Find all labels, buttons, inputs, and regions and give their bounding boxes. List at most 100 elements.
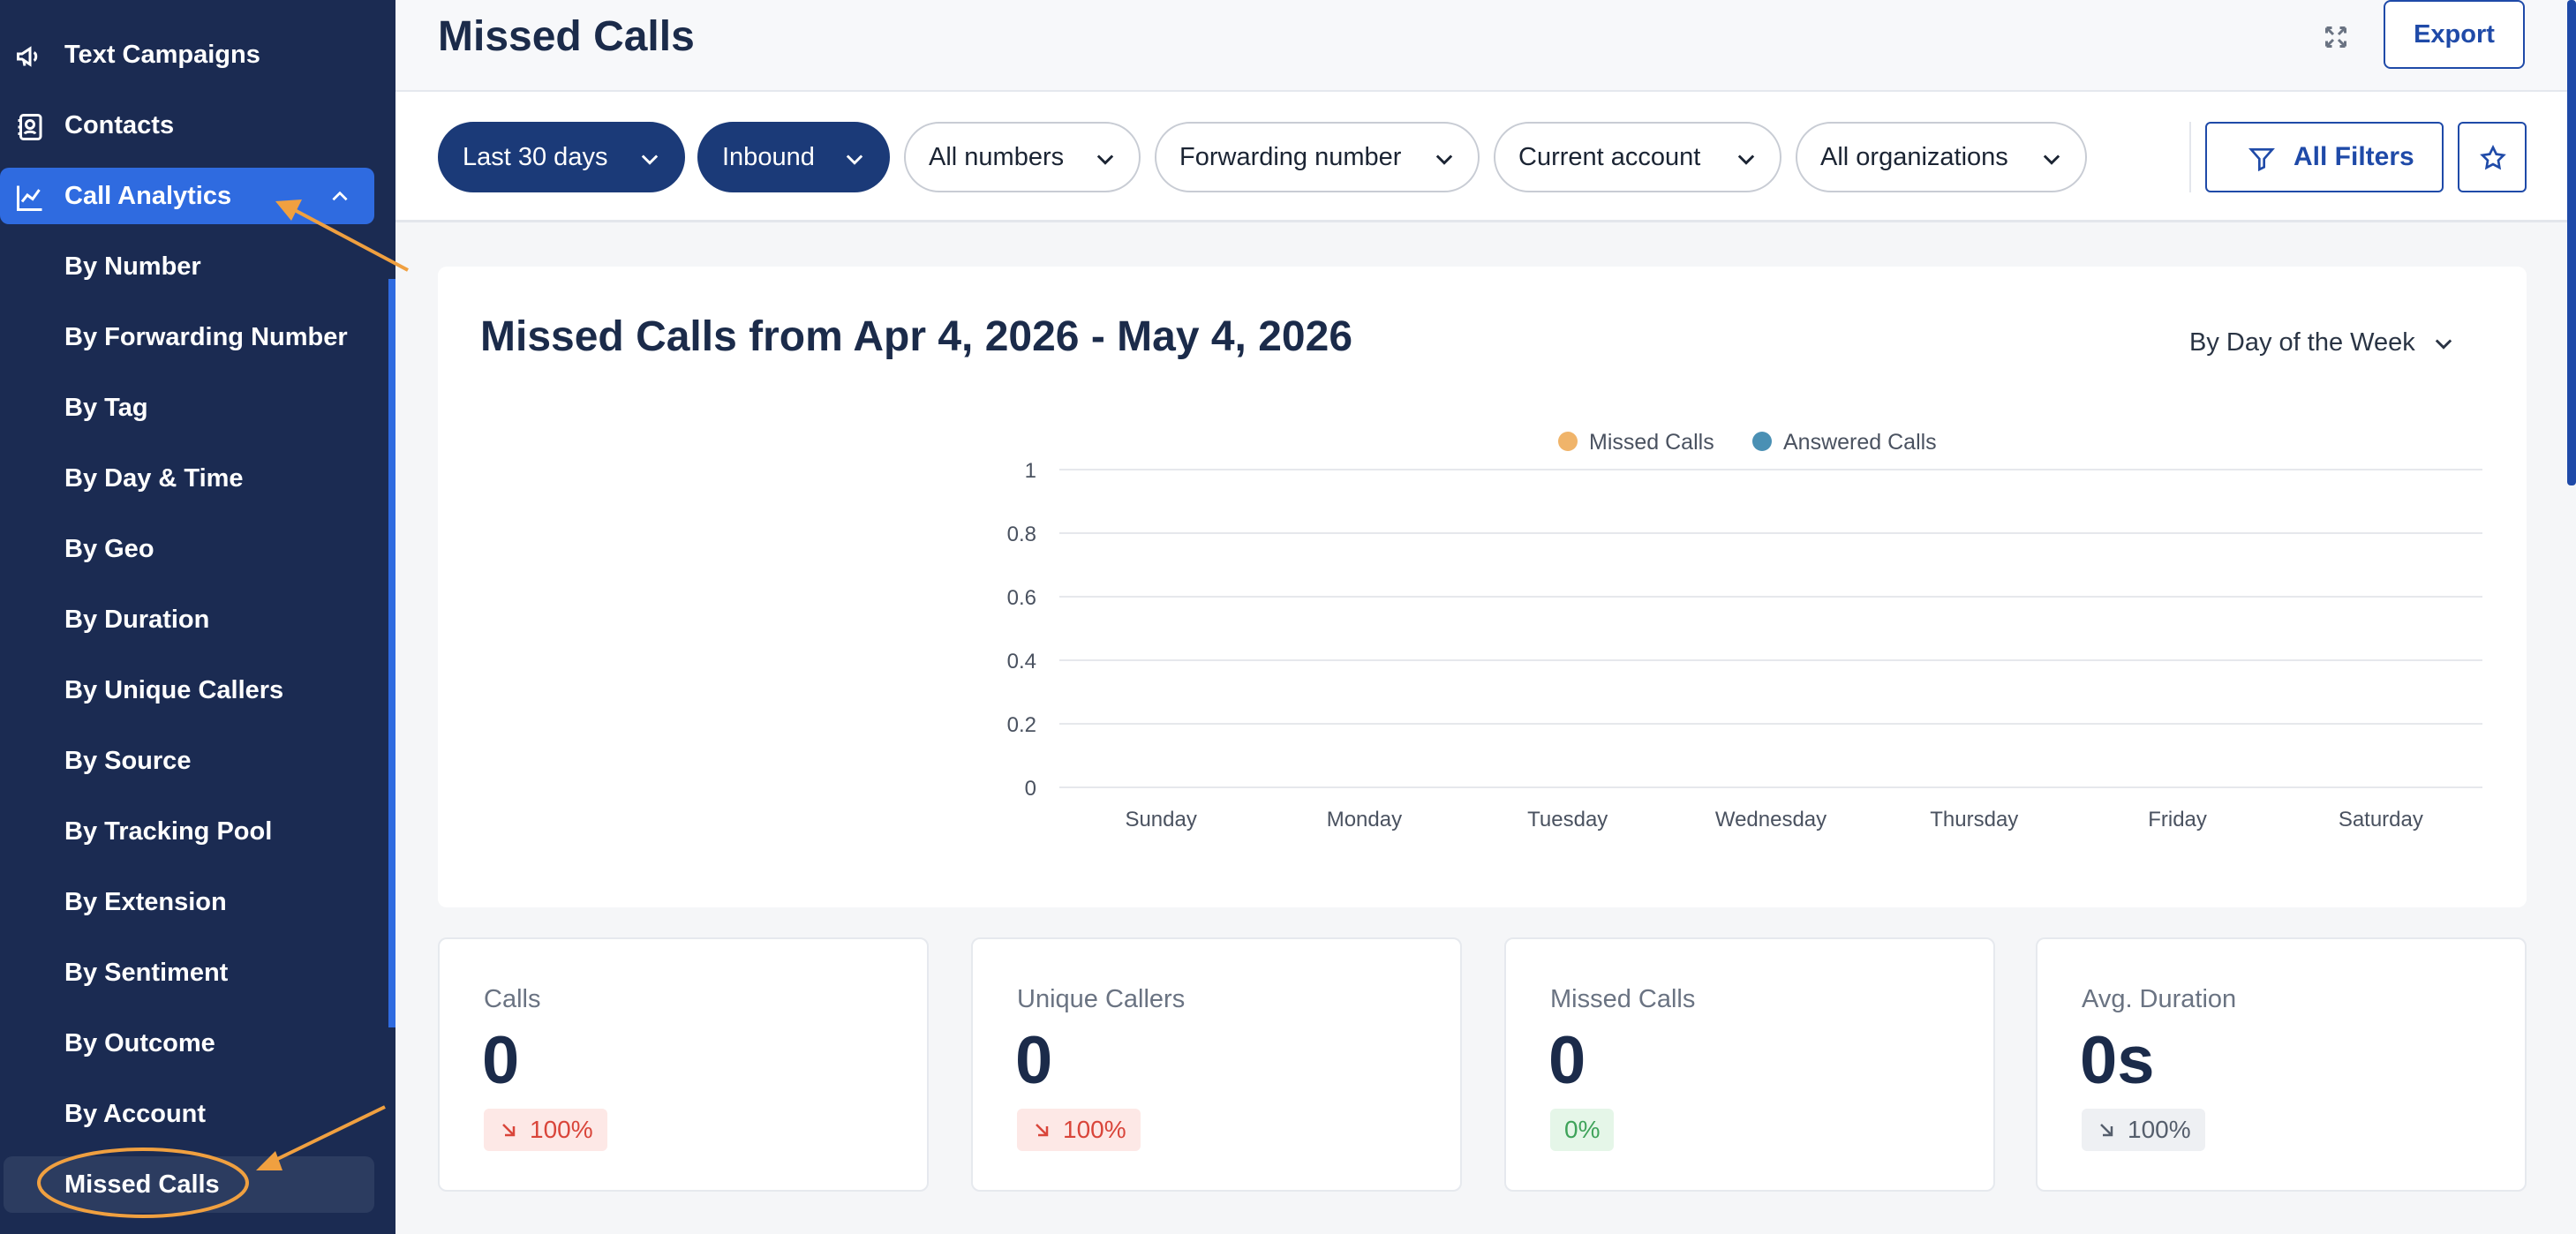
chart-plot: 1 0.8 0.6 0.4 0.2 0 Sunday Monday Tuesday Wednesd…	[1007, 430, 2482, 831]
favorite-button[interactable]	[2458, 122, 2527, 192]
chevron-down-icon	[846, 154, 863, 165]
x-tick-label: Sunday	[1125, 808, 1196, 831]
sidebar-item-label: By Sentiment	[64, 958, 229, 987]
star-icon	[2480, 144, 2506, 170]
sidebar-item-label: By Outcome	[64, 1028, 215, 1057]
stat-value: 0	[482, 1023, 520, 1098]
stat-value: 0	[1015, 1023, 1053, 1098]
sidebar-item-label: By Unique Callers	[64, 675, 284, 704]
chart-card: Missed Calls from Apr 4, 2026 - May 4, 2…	[438, 267, 2527, 907]
sidebar-item-label: By Duration	[64, 605, 210, 634]
sidebar-item-call-analytics[interactable]: Call Analytics	[0, 168, 374, 224]
y-tick-label: 0	[1025, 777, 1036, 801]
sidebar-item-label: Call Analytics	[64, 181, 232, 210]
filter-divider	[2189, 122, 2191, 192]
stat-change-badge: 100%	[2082, 1109, 2205, 1151]
legend-label: Answered Calls	[1783, 430, 1937, 455]
chevron-down-icon	[1435, 154, 1453, 165]
sidebar-item-label: By Geo	[64, 534, 154, 563]
sidebar-item-label: By Day & Time	[64, 463, 244, 493]
filter-label: Inbound	[722, 142, 815, 171]
stat-label: Unique Callers	[1017, 985, 1186, 1013]
stat-label: Missed Calls	[1550, 985, 1696, 1013]
organizations-filter[interactable]: All organizations	[1796, 122, 2087, 192]
x-tick-label: Saturday	[2339, 808, 2423, 831]
sidebar-item-label: By Forwarding Number	[64, 322, 348, 351]
sidebar-item-by-duration[interactable]: By Duration	[0, 591, 374, 648]
y-tick-label: 0.8	[1007, 523, 1036, 546]
y-tick-label: 0.6	[1007, 586, 1036, 610]
sidebar-item-by-source[interactable]: By Source	[0, 733, 374, 789]
sidebar-item-text-campaigns[interactable]: Text Campaigns	[0, 26, 374, 83]
arrow-down-right-icon	[502, 1124, 516, 1137]
sidebar-item-label: Text Campaigns	[64, 40, 260, 69]
filter-label: Last 30 days	[463, 142, 608, 171]
chevron-up-icon[interactable]	[328, 185, 351, 208]
direction-filter[interactable]: Inbound	[697, 122, 890, 192]
sidebar-item-label: Missed Calls	[64, 1170, 220, 1199]
x-tick-label: Monday	[1327, 808, 1402, 831]
chevron-down-icon	[1096, 154, 1114, 165]
stat-change: 0%	[1564, 1116, 1601, 1143]
legend-swatch	[1558, 432, 1578, 451]
line-chart-icon	[17, 185, 42, 211]
filter-label: Forwarding number	[1179, 142, 1402, 171]
stat-change: 100%	[530, 1116, 593, 1143]
numbers-filter[interactable]: All numbers	[904, 122, 1141, 192]
sidebar-item-contacts[interactable]: Contacts	[0, 97, 374, 154]
all-filters-label: All Filters	[2294, 142, 2414, 171]
megaphone-icon	[17, 46, 38, 67]
sidebar-item-label: By Number	[64, 252, 201, 281]
stat-label: Avg. Duration	[2082, 985, 2237, 1013]
sidebar-item-by-day-time[interactable]: By Day & Time	[0, 450, 374, 507]
sidebar-item-by-extension[interactable]: By Extension	[0, 874, 374, 930]
sidebar-item-by-tracking-pool[interactable]: By Tracking Pool	[0, 803, 374, 860]
legend-swatch	[1752, 432, 1772, 451]
account-filter[interactable]: Current account	[1494, 122, 1781, 192]
stat-change-badge: 0%	[1550, 1109, 1615, 1151]
stat-change: 100%	[1063, 1116, 1126, 1143]
chevron-down-icon	[2043, 154, 2060, 165]
stat-change-badge: 100%	[484, 1109, 607, 1151]
sidebar-item-label: By Extension	[64, 887, 227, 916]
stat-value: 0s	[2080, 1023, 2155, 1098]
arrow-down-right-icon	[1036, 1124, 1049, 1137]
filter-icon	[2248, 148, 2275, 172]
sidebar-item-by-geo[interactable]: By Geo	[0, 521, 374, 577]
all-filters-button[interactable]: All Filters	[2205, 122, 2444, 192]
forwarding-number-filter[interactable]: Forwarding number	[1155, 122, 1480, 192]
sidebar-item-label: By Tracking Pool	[64, 816, 273, 846]
sidebar-item-by-sentiment[interactable]: By Sentiment	[0, 944, 374, 1001]
stat-card-unique-callers: Unique Callers 0 100%	[971, 937, 1462, 1192]
x-tick-label: Thursday	[1930, 808, 2018, 831]
sidebar-scrollbar[interactable]	[388, 279, 395, 1027]
sidebar-item-by-account[interactable]: By Account	[0, 1086, 374, 1142]
stat-label: Calls	[484, 985, 541, 1013]
stat-value: 0	[1548, 1023, 1586, 1098]
y-tick-label: 0.4	[1007, 650, 1036, 673]
page-scrollbar[interactable]	[2567, 0, 2576, 485]
arrow-down-right-icon	[2100, 1124, 2113, 1137]
sidebar-item-by-tag[interactable]: By Tag	[0, 380, 374, 436]
page-title: Missed Calls	[438, 13, 695, 60]
chevron-down-icon	[641, 154, 659, 165]
y-tick-label: 1	[1025, 459, 1036, 483]
date-range-filter[interactable]: Last 30 days	[438, 122, 685, 192]
sidebar-item-missed-calls[interactable]: Missed Calls	[4, 1156, 374, 1213]
sidebar-item-by-unique-callers[interactable]: By Unique Callers	[0, 662, 374, 719]
sidebar-item-label: By Account	[64, 1099, 207, 1128]
filter-bar: Last 30 days Inbound All numbers Forward…	[395, 92, 2576, 222]
legend-label: Missed Calls	[1589, 430, 1714, 455]
expand-icon[interactable]	[2320, 21, 2352, 53]
stat-card-missed-calls: Missed Calls 0 0%	[1504, 937, 1995, 1192]
sidebar-item-by-outcome[interactable]: By Outcome	[0, 1015, 374, 1072]
filter-label: Current account	[1518, 142, 1701, 171]
filter-label: All numbers	[929, 142, 1065, 171]
chevron-down-icon	[1737, 154, 1755, 165]
filter-label: All organizations	[1820, 142, 2008, 171]
contacts-icon	[18, 114, 42, 140]
sidebar-item-by-forwarding-number[interactable]: By Forwarding Number	[0, 309, 374, 365]
sidebar-item-label: By Source	[64, 746, 192, 775]
export-button[interactable]: Export	[2384, 0, 2525, 69]
sidebar-item-by-number[interactable]: By Number	[0, 238, 374, 295]
